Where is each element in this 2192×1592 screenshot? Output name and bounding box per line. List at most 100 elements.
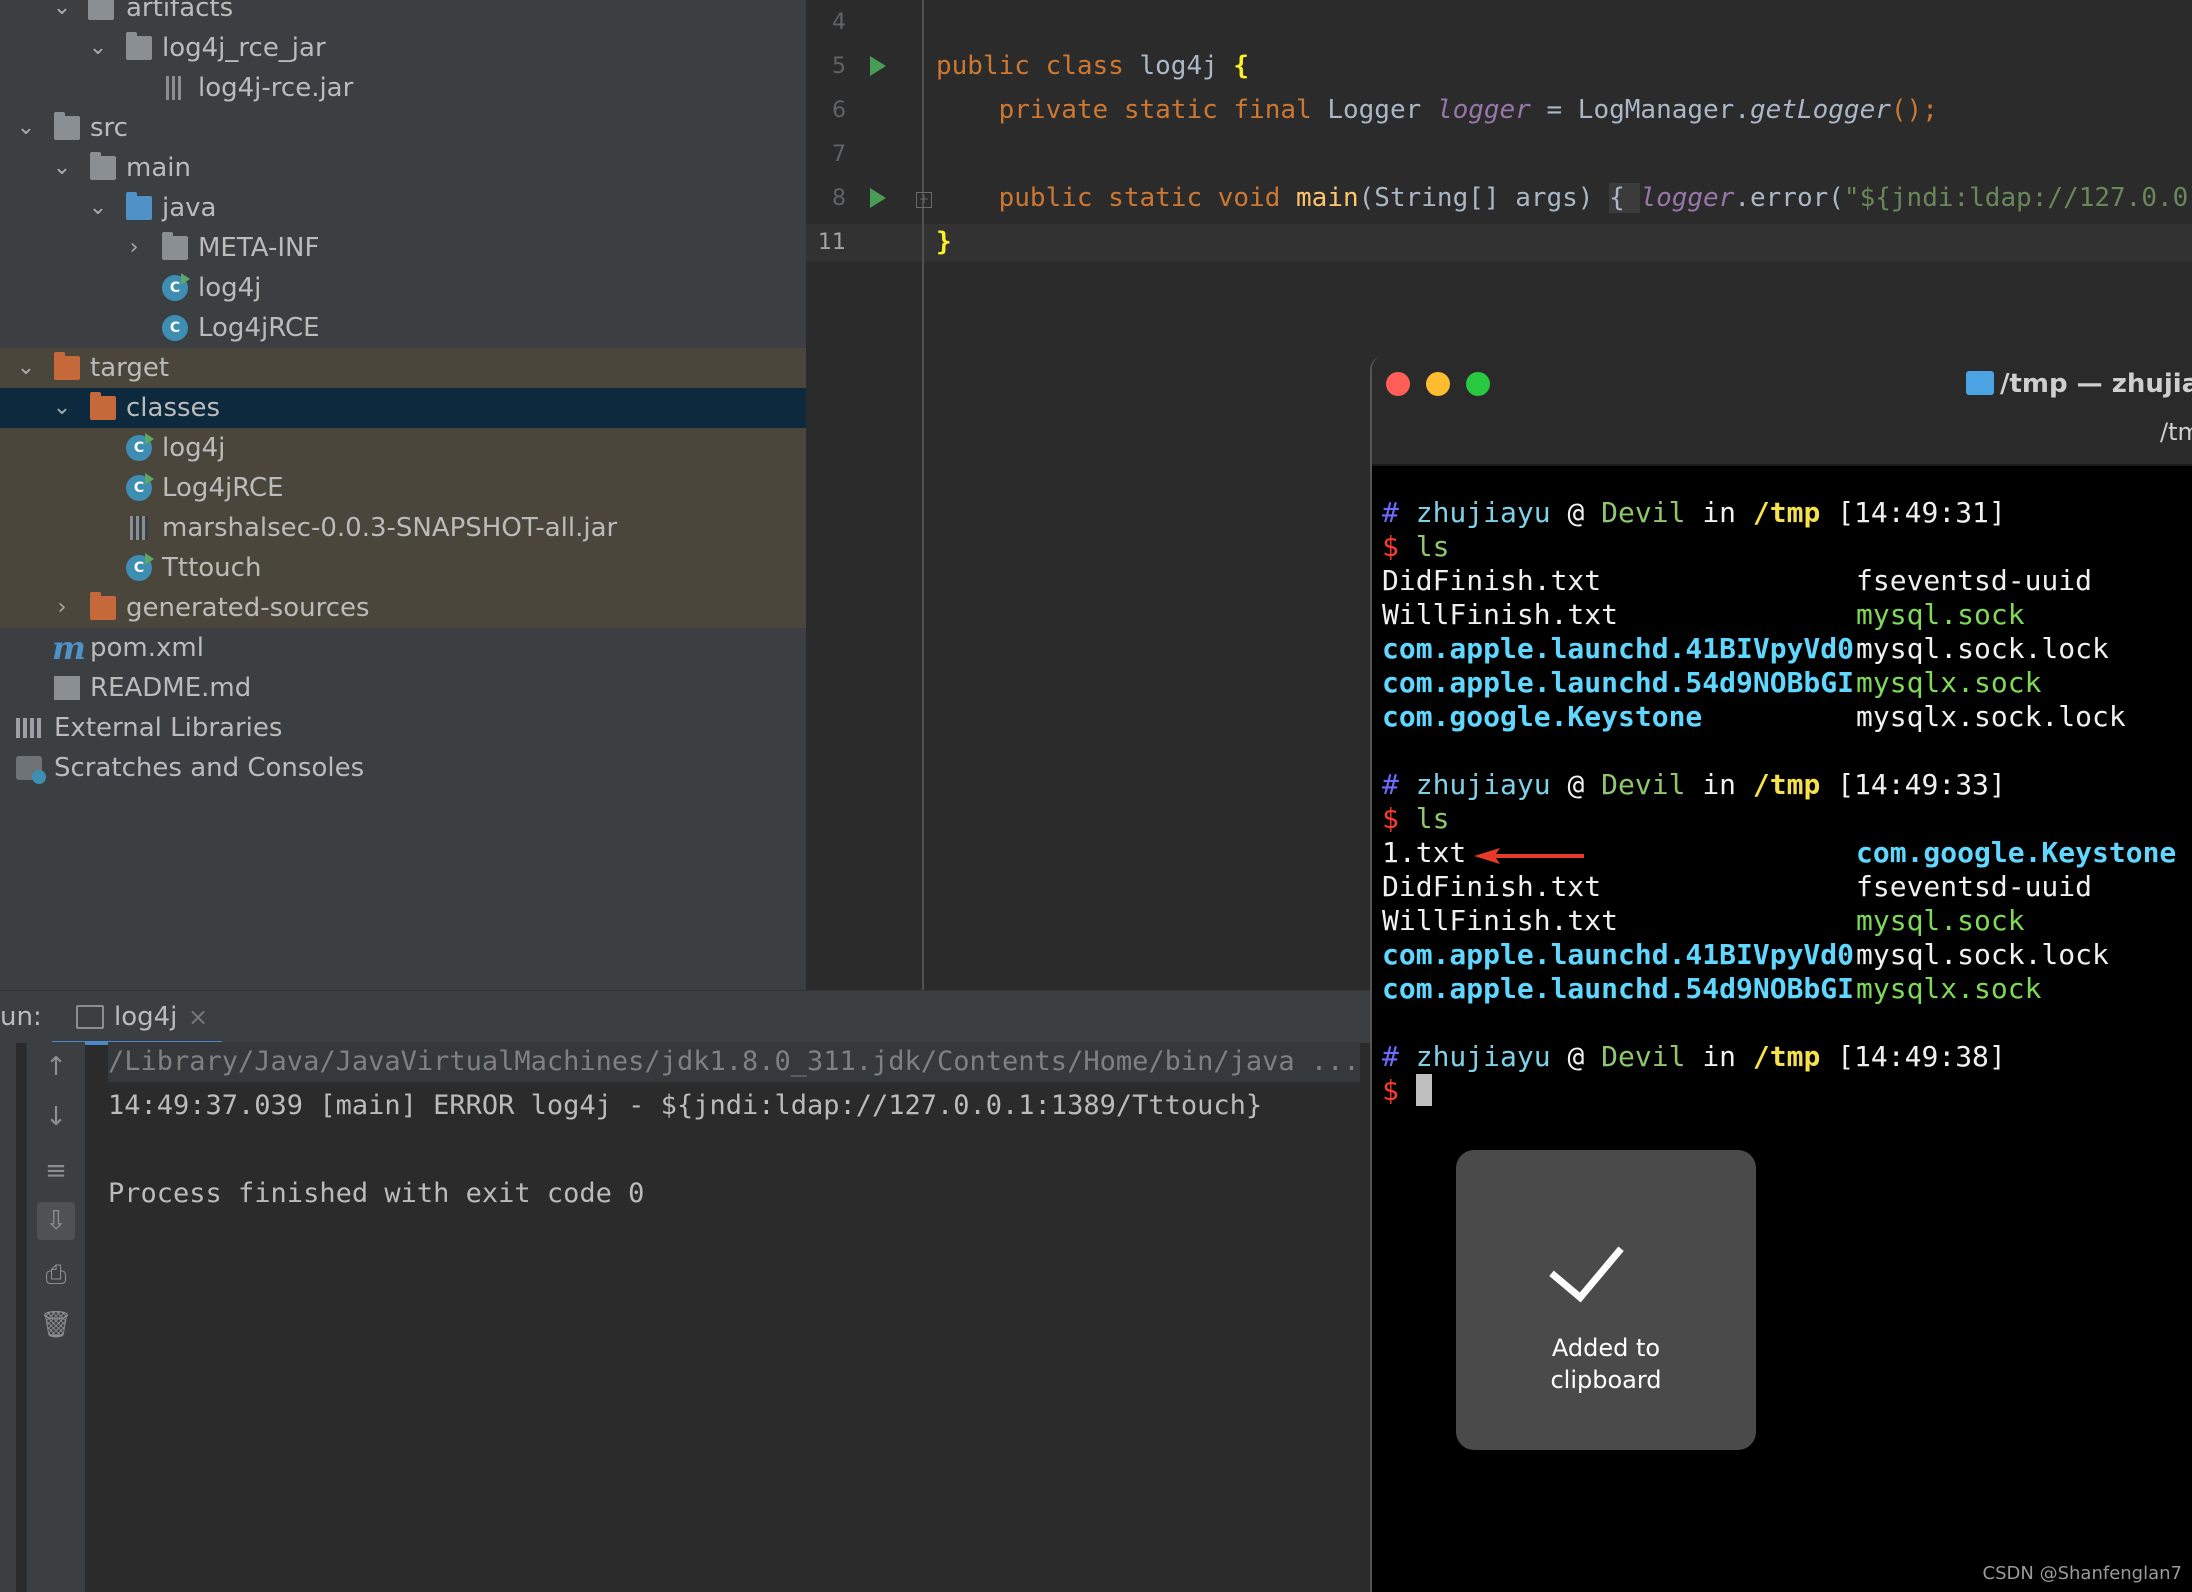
tree-item-java[interactable]: ⌄ java	[0, 188, 806, 228]
tree-item-meta-inf[interactable]: › META-INF	[0, 228, 806, 268]
tree-item-log4jrce-source[interactable]: C Log4jRCE	[0, 308, 806, 348]
chevron-down-icon[interactable]: ⌄	[52, 388, 72, 428]
run-panel: un: log4j × ↑ ↓ ≡ ⇩ ⎙ 🗑 /Library/Java/Ja…	[0, 990, 1370, 1592]
ls-row: com.apple.launchd.41BIVpyVd0 mysql.sock.l…	[1382, 632, 2109, 665]
tree-item-log4j-rce-jar[interactable]: log4j-rce.jar	[0, 68, 806, 108]
arrow-up-icon[interactable]: ↑	[37, 1048, 75, 1086]
watermark: CSDN @Shanfenglan7	[1982, 1563, 2182, 1584]
console-icon	[76, 1005, 104, 1029]
close-icon[interactable]: ×	[188, 991, 208, 1043]
tree-item-pom[interactable]: m pom.xml	[0, 628, 806, 668]
maven-icon: m	[52, 629, 86, 667]
run-panel-header: un: log4j ×	[0, 990, 1370, 1045]
scroll-to-end-icon[interactable]: ⇩	[37, 1202, 75, 1240]
code-line-5: public class log4j {	[936, 51, 1250, 81]
text-cursor	[1415, 1074, 1432, 1106]
tree-item-generated-sources[interactable]: › generated-sources	[0, 588, 806, 628]
clipboard-toast: Added to clipboard	[1456, 1150, 1756, 1450]
chevron-right-icon[interactable]: ›	[52, 588, 72, 628]
folder-icon	[90, 152, 116, 180]
trash-icon[interactable]: 🗑	[37, 1306, 75, 1344]
run-tab-log4j[interactable]: log4j ×	[52, 991, 222, 1045]
run-gutter-icon[interactable]	[870, 56, 886, 76]
tree-item-main[interactable]: ⌄ main	[0, 148, 806, 188]
ls-row: com.google.Keystone mysqlx.sock.lock	[1382, 700, 2126, 733]
chevron-right-icon[interactable]: ›	[124, 228, 144, 268]
gutter-divider	[922, 0, 924, 990]
close-window-button[interactable]	[1386, 372, 1410, 396]
folder-icon	[54, 112, 80, 140]
class-run-icon: C	[126, 433, 154, 461]
tree-item-log4j-class[interactable]: C log4j	[0, 428, 806, 468]
ls-row: com.apple.launchd.54d9NOBbGI mysqlx.sock	[1382, 666, 2042, 699]
terminal-input-line[interactable]: $	[1382, 1074, 1432, 1108]
code-line-6: private static final Logger logger = Log…	[936, 95, 1938, 125]
tree-item-log4jrce-class[interactable]: C Log4jRCE	[0, 468, 806, 508]
chevron-down-icon[interactable]: ⌄	[16, 108, 36, 148]
red-arrow-annotation	[1474, 848, 1584, 864]
code-line-8: public static void main(String[] args) {…	[936, 183, 2192, 213]
terminal-command: $ ls	[1382, 530, 1450, 563]
ls-row: WillFinish.txt mysql.sock	[1382, 904, 2025, 937]
library-icon	[16, 718, 42, 738]
tree-item-external-libraries[interactable]: External Libraries	[0, 708, 806, 748]
tree-item-readme[interactable]: README.md	[0, 668, 806, 708]
soft-wrap-icon[interactable]: ≡	[37, 1152, 75, 1190]
console-command-line: /Library/Java/JavaVirtualMachines/jdk1.8…	[108, 1042, 1360, 1082]
tree-item-artifacts[interactable]: ⌄ artifacts	[0, 0, 806, 28]
jar-icon	[130, 516, 148, 540]
excluded-folder-icon	[54, 352, 80, 380]
chevron-down-icon[interactable]: ⌄	[52, 148, 72, 188]
arrow-down-icon[interactable]: ↓	[37, 1098, 75, 1136]
run-label: un:	[0, 1002, 42, 1032]
line-number: 4	[832, 10, 846, 35]
folder-icon	[126, 32, 152, 60]
tree-item-tttouch[interactable]: C Tttouch	[0, 548, 806, 588]
tree-item-target[interactable]: ⌄ target	[0, 348, 806, 388]
code-line-11: }	[936, 227, 952, 257]
tree-item-log4j-rce-jar-dir[interactable]: ⌄ log4j_rce_jar	[0, 28, 806, 68]
tree-item-scratches[interactable]: Scratches and Consoles	[0, 748, 806, 788]
chevron-down-icon[interactable]: ⌄	[88, 28, 108, 68]
class-run-icon: C	[126, 473, 154, 501]
excluded-folder-icon	[90, 392, 116, 420]
terminal-prompt: # zhujiayu @ Devil in /tmp [14:49:31]	[1382, 496, 2006, 529]
folder-icon	[88, 0, 114, 20]
tree-item-marshalsec-jar[interactable]: marshalsec-0.0.3-SNAPSHOT-all.jar	[0, 508, 806, 548]
project-tree: ⌄ artifacts ⌄ log4j_rce_jar log4j-rce.ja…	[0, 0, 806, 990]
current-line-highlight	[806, 224, 2192, 262]
chevron-down-icon[interactable]: ⌄	[88, 188, 108, 228]
ls-row: WillFinish.txt mysql.sock	[1382, 598, 2025, 631]
print-icon[interactable]: ⎙	[37, 1256, 75, 1294]
source-folder-icon	[126, 192, 152, 220]
folder-icon	[162, 232, 188, 260]
run-gutter-icon[interactable]	[870, 188, 886, 208]
terminal-subtitle: /tmp	[2160, 418, 2192, 446]
fold-icon[interactable]: +	[916, 192, 932, 208]
class-run-icon: C	[162, 273, 190, 301]
run-toolbar: ↑ ↓ ≡ ⇩ ⎙ 🗑	[26, 1042, 85, 1592]
terminal-prompt: # zhujiayu @ Devil in /tmp [14:49:33]	[1382, 768, 2006, 801]
tree-item-src[interactable]: ⌄ src	[0, 108, 806, 148]
tree-item-classes[interactable]: ⌄ classes	[0, 388, 806, 428]
line-number: 7	[832, 142, 846, 167]
line-number: 8	[832, 186, 846, 211]
tree-item-log4j-source[interactable]: C log4j	[0, 268, 806, 308]
chevron-down-icon[interactable]: ⌄	[52, 0, 72, 28]
terminal-command: $ ls	[1382, 802, 1450, 835]
toast-message: Added to clipboard	[1550, 1334, 1662, 1394]
excluded-folder-icon	[90, 592, 116, 620]
zoom-window-button[interactable]	[1466, 372, 1490, 396]
terminal-prompt: # zhujiayu @ Devil in /tmp [14:49:38]	[1382, 1040, 2006, 1073]
minimize-window-button[interactable]	[1426, 372, 1450, 396]
line-number: 5	[832, 54, 846, 79]
class-icon: C	[162, 315, 188, 341]
markdown-icon	[54, 676, 80, 700]
chevron-down-icon[interactable]: ⌄	[16, 348, 36, 388]
run-toolbar-left	[0, 1042, 16, 1592]
class-run-icon: C	[126, 553, 154, 581]
console-output-line: 14:49:37.039 [main] ERROR log4j - ${jndi…	[108, 1090, 1263, 1121]
console-output-line: Process finished with exit code 0	[108, 1178, 645, 1209]
jar-icon	[166, 76, 184, 100]
terminal-titlebar: /tmp — zhujiay /tmp	[1372, 356, 2192, 466]
